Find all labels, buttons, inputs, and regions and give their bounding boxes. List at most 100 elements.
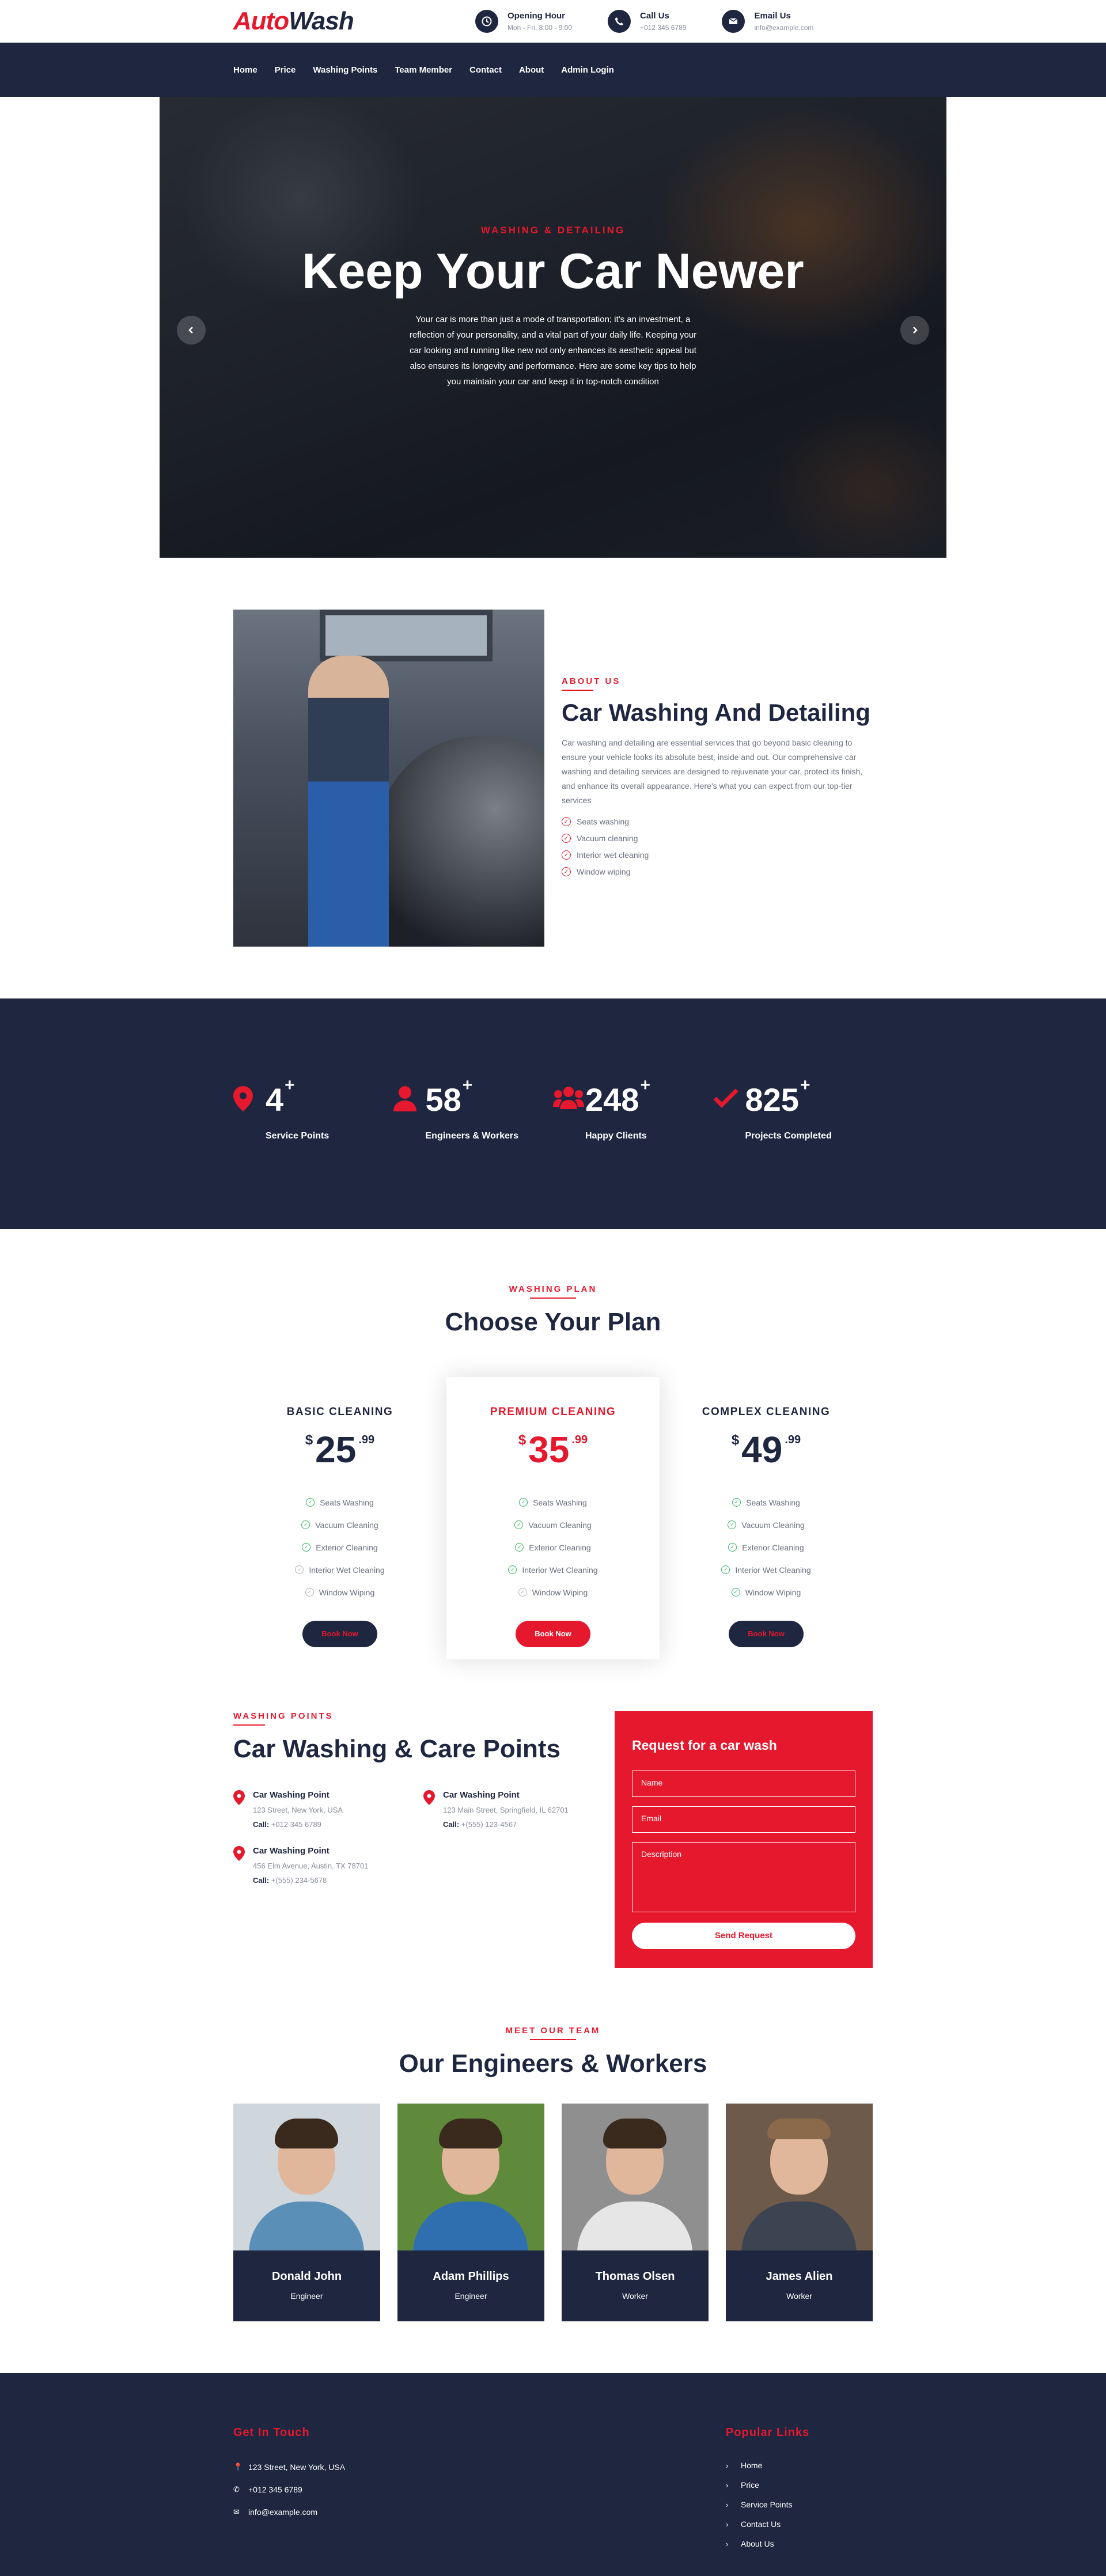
member-name: Adam Phillips (433, 2270, 509, 2283)
footer-link-contact[interactable]: › Contact Us (726, 2514, 873, 2534)
description-textarea[interactable]: Description (632, 1842, 855, 1912)
nav-price[interactable]: Price (275, 65, 296, 75)
plan-feature: ✓ Seats Washing (233, 1491, 446, 1514)
footer-link-home[interactable]: › Home (726, 2456, 873, 2475)
footer-contact-item[interactable]: ✉ info@example.com (233, 2501, 345, 2523)
check-circle-icon: ✓ (519, 1498, 528, 1507)
footer-link-service-points[interactable]: › Service Points (726, 2495, 873, 2514)
footer-link-price[interactable]: › Price (726, 2475, 873, 2495)
member-name: Thomas Olsen (595, 2270, 675, 2283)
nav-team-member[interactable]: Team Member (395, 65, 452, 75)
phone-icon (608, 10, 631, 33)
brand-logo[interactable]: AutoWash (233, 7, 475, 36)
check-icon (713, 1084, 745, 1141)
list-item-label: Window wiping (577, 867, 631, 876)
nav-about[interactable]: About (519, 65, 544, 75)
check-circle-icon: ✓ (302, 1543, 311, 1552)
check-circle-icon: ✓ (305, 1588, 314, 1597)
book-now-button[interactable]: Book Now (516, 1621, 590, 1647)
chevron-right-icon: › (726, 2520, 729, 2529)
carousel-next-button[interactable] (900, 316, 929, 345)
phone-icon: ✆ (233, 2484, 240, 2494)
stat-label: Projects Completed (745, 1131, 832, 1141)
nav-home[interactable]: Home (233, 65, 257, 75)
team-section: MEET OUR TEAM Our Engineers & Workers Do… (0, 1968, 1106, 2373)
member-photo (233, 2104, 380, 2250)
team-member-card: Adam Phillips Engineer (397, 2104, 544, 2321)
hero-title: Keep Your Car Newer (302, 244, 804, 299)
plan-price: $35.99 (518, 1429, 588, 1470)
footer-link-about[interactable]: › About Us (726, 2534, 873, 2554)
chevron-right-icon: › (726, 2480, 729, 2490)
member-role: Engineer (454, 2291, 487, 2301)
washing-point-item: Car Washing Point 456 Elm Avenue, Austin,… (233, 1846, 423, 1885)
envelope-icon: ✉ (233, 2507, 240, 2516)
team-title: Our Engineers & Workers (399, 2049, 707, 2078)
hero-text: Your car is more than just a mode of tra… (409, 314, 697, 387)
list-item-label: Vacuum cleaning (577, 834, 638, 843)
users-icon (553, 1084, 585, 1141)
point-address: 123 Main Street, Springfield, IL 62701 (443, 1806, 569, 1814)
email-us-title: Email Us (754, 11, 791, 21)
footer-contact-item[interactable]: ✆ +012 345 6789 (233, 2478, 345, 2501)
washing-points-section: WASHING POINTS Car Washing & Care Points… (0, 1705, 1106, 1968)
map-pin-icon (233, 1846, 253, 1885)
check-circle-icon: ✓ (508, 1565, 517, 1574)
book-now-button[interactable]: Book Now (729, 1621, 804, 1647)
member-role: Engineer (290, 2291, 323, 2301)
team-member-card: Thomas Olsen Worker (562, 2104, 709, 2321)
plan-card-complex: COMPLEX CLEANING $49.99 ✓ Seats Washing ✓… (660, 1377, 873, 1659)
stat-value: 248 (585, 1081, 639, 1118)
stat-label: Engineers & Workers (425, 1131, 519, 1141)
check-circle-icon: ✓ (306, 1498, 315, 1507)
call-us-value[interactable]: +012 345 6789 (640, 24, 686, 32)
team-member-card: James Alien Worker (726, 2104, 873, 2321)
list-item-label: Interior wet cleaning (577, 850, 649, 860)
map-pin-icon (423, 1790, 443, 1829)
name-input[interactable]: Name (632, 1771, 855, 1797)
point-phone: +(555) 234-5678 (271, 1876, 327, 1885)
plan-name: BASIC CLEANING (286, 1406, 393, 1418)
top-header: AutoWash Opening Hour Mon - Fri, 8:00 - 9… (0, 0, 1106, 43)
stat-value: 825 (745, 1081, 799, 1118)
team-kicker: MEET OUR TEAM (506, 2026, 601, 2040)
call-us-title: Call Us (640, 11, 669, 21)
check-circle-icon: ✓ (562, 850, 571, 860)
map-pin-icon: 📍 (233, 2462, 243, 2471)
plan-feature: ✓ Exterior Cleaning (233, 1536, 446, 1559)
user-icon (393, 1084, 426, 1141)
check-circle-icon: ✓ (562, 867, 571, 876)
check-circle-icon: ✓ (732, 1498, 741, 1507)
about-text: Car washing and detailing are essential … (562, 737, 863, 805)
check-circle-icon: ✓ (518, 1588, 527, 1597)
pricing-kicker: WASHING PLAN (509, 1284, 597, 1299)
main-nav: Home Price Washing Points Team Member Co… (0, 43, 1106, 97)
chevron-right-icon (913, 327, 918, 334)
stat-happy-clients: 248+ Happy Clients (553, 1077, 713, 1141)
stat-value: 58 (425, 1081, 461, 1118)
member-photo (726, 2104, 873, 2250)
point-name: Car Washing Point (253, 1846, 329, 1856)
email-us-value[interactable]: info@example.com (754, 24, 813, 32)
check-circle-icon: ✓ (728, 1543, 737, 1552)
nav-admin-login[interactable]: Admin Login (561, 65, 614, 75)
nav-contact[interactable]: Contact (469, 65, 502, 75)
email-input[interactable]: Email (632, 1806, 855, 1833)
hero-kicker: WASHING & DETAILING (480, 225, 626, 236)
about-checklist: ✓ Seats washing ✓ Vacuum cleaning ✓ Interio… (562, 814, 873, 880)
pricing-section: WASHING PLAN Choose Your Plan BASIC CLEA… (0, 1229, 1106, 1705)
footer-contact-title: Get In Touch (233, 2426, 310, 2439)
book-now-button[interactable]: Book Now (302, 1621, 377, 1647)
chevron-right-icon: › (726, 2461, 729, 2470)
opening-hour-value: Mon - Fri, 8:00 - 9:00 (507, 24, 573, 32)
nav-washing-points[interactable]: Washing Points (313, 65, 377, 75)
carousel-prev-button[interactable] (177, 316, 206, 345)
send-request-button[interactable]: Send Request (632, 1923, 855, 1949)
point-name: Car Washing Point (253, 1790, 329, 1800)
check-circle-icon: ✓ (728, 1520, 737, 1529)
map-pin-icon (233, 1084, 266, 1141)
stat-projects: 825+ Projects Completed (713, 1077, 873, 1141)
plan-feature: ✓ Window Wiping (446, 1581, 660, 1603)
about-kicker: ABOUT US (562, 676, 620, 691)
hero-carousel: WASHING & DETAILING Keep Your Car Newer … (160, 97, 946, 558)
